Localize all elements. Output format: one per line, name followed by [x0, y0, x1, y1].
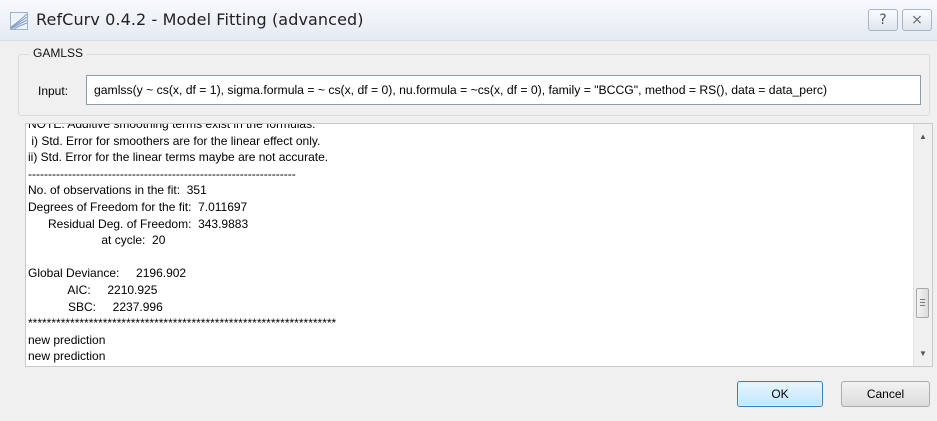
gamlss-formula-input[interactable]	[86, 75, 921, 105]
scroll-down-icon[interactable]: ▼	[914, 345, 932, 362]
close-button[interactable]: ⨯	[902, 9, 932, 31]
output-line: new prediction	[28, 332, 106, 347]
output-line: Residual Deg. of Freedom: 343.9883	[28, 216, 249, 231]
close-icon: ⨯	[911, 12, 923, 28]
help-icon: ?	[879, 12, 887, 28]
output-line: NOTE: Additive smoothing terms exist in …	[28, 123, 316, 131]
output-line: ii) Std. Error for the linear terms mayb…	[28, 150, 329, 165]
output-line: ****************************************…	[28, 316, 337, 331]
output-line: ----------------------------------------…	[28, 166, 296, 181]
ok-button[interactable]: OK	[737, 381, 823, 407]
gamlss-group-label: GAMLSS	[29, 46, 88, 60]
output-line: Degrees of Freedom for the fit: 7.011697	[28, 199, 248, 214]
gamlss-groupbox: GAMLSS Input:	[18, 46, 930, 116]
model-fitting-dialog: RefCurv 0.4.2 - Model Fitting (advanced)…	[0, 0, 937, 421]
title-bar: RefCurv 0.4.2 - Model Fitting (advanced)…	[0, 0, 937, 41]
output-line: AIC: 2210.925	[28, 282, 158, 297]
output-console[interactable]: NOTE: Additive smoothing terms exist in …	[25, 123, 933, 367]
refcurv-app-icon	[10, 12, 28, 30]
output-line: new prediction	[28, 349, 106, 364]
scroll-grip-line	[920, 299, 925, 300]
output-line: No. of observations in the fit: 351	[28, 183, 207, 198]
input-label: Input:	[38, 84, 69, 98]
scroll-grip-line	[920, 305, 925, 306]
output-line: SBC: 2237.996	[28, 299, 163, 314]
output-line: at cycle: 20	[28, 233, 166, 248]
scroll-up-icon[interactable]: ▲	[914, 128, 932, 145]
cancel-button[interactable]: Cancel	[841, 381, 930, 407]
vertical-scrollbar[interactable]: ▲ ▼	[913, 124, 932, 366]
window-title: RefCurv 0.4.2 - Model Fitting (advanced)	[36, 10, 364, 29]
output-text: NOTE: Additive smoothing terms exist in …	[28, 123, 908, 365]
scroll-grip-line	[920, 302, 925, 303]
output-line: Global Deviance: 2196.902	[28, 266, 187, 281]
scroll-thumb[interactable]	[916, 288, 929, 318]
help-button[interactable]: ?	[868, 9, 898, 31]
output-line: i) Std. Error for smoothers are for the …	[28, 133, 321, 148]
